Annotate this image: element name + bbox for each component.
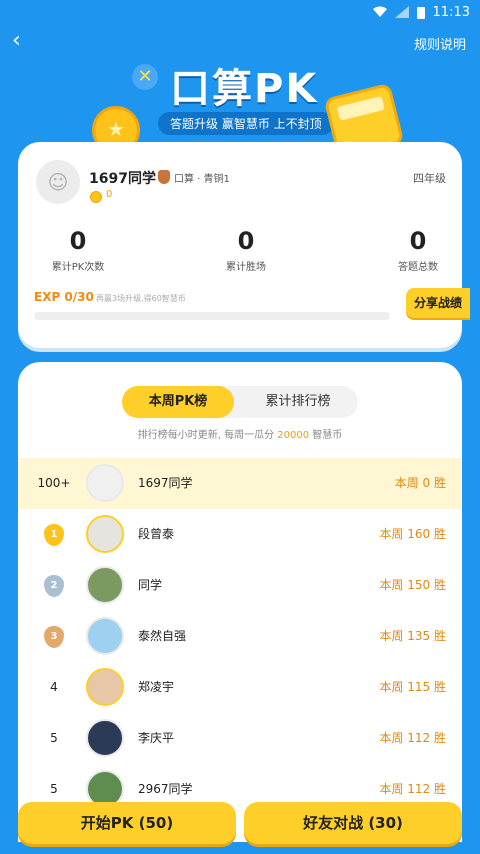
- exp-hint: 再赢3场升级,得60智慧币: [96, 294, 186, 303]
- list-item[interactable]: 1 段曾泰 本周 160 胜: [18, 509, 462, 560]
- stat-value: 0: [237, 227, 255, 255]
- status-time: 11:13: [432, 4, 470, 20]
- player-wins: 本周 135 胜: [379, 629, 446, 643]
- list-item[interactable]: 5 李庆平 本周 112 胜: [18, 713, 462, 764]
- rank-number: 5: [50, 731, 58, 745]
- stat-answers: 0 答题总数: [358, 226, 478, 273]
- avatar: [86, 515, 124, 553]
- tab-weekly[interactable]: 本周PK榜: [122, 386, 234, 418]
- exp-progress-bar: [34, 312, 390, 320]
- leaderboard-list: 100+ 1697同学 本周 0 胜 1 段曾泰 本周 160 胜 2 同学 本…: [18, 458, 462, 815]
- leaderboard-card: 本周PK榜 累计排行榜 排行榜每小时更新, 每周一瓜分 20000 智慧币 10…: [18, 362, 462, 842]
- wifi-icon: [372, 6, 387, 18]
- player-wins: 本周 160 胜: [379, 527, 446, 541]
- player-name: 同学: [138, 578, 163, 592]
- note-prefix: 排行榜每小时更新, 每周一瓜分: [137, 430, 275, 441]
- rank-label: 口算 · 青铜1: [174, 174, 230, 185]
- coin-icon: [90, 191, 102, 203]
- page-title: 口算PK: [170, 66, 319, 112]
- leaderboard-tabs: 本周PK榜 累计排行榜: [122, 386, 358, 418]
- stat-label: 累计胜场: [226, 262, 266, 273]
- player-wins: 本周 112 胜: [379, 731, 446, 745]
- gold-medal-icon: 1: [44, 524, 64, 546]
- profile-card: ☺ 1697同学 口算 · 青铜1 四年级 0 0 累计PK次数 0 累计胜场 …: [18, 142, 470, 348]
- stat-value: 0: [69, 227, 87, 255]
- note-suffix: 智慧币: [312, 430, 343, 441]
- note-amount: 20000: [277, 430, 310, 441]
- player-wins: 本周 150 胜: [379, 578, 446, 592]
- signal-icon: [394, 6, 409, 18]
- top-bar: ‹ 规则说明: [0, 28, 480, 58]
- player-name: 李庆平: [138, 731, 175, 745]
- leaderboard-note: 排行榜每小时更新, 每周一瓜分 20000 智慧币: [18, 426, 462, 441]
- list-item[interactable]: 4 郑凌宇 本周 115 胜: [18, 662, 462, 713]
- player-name: 郑凌宇: [138, 680, 175, 694]
- bottom-actions: 开始PK (50) 好友对战 (30): [0, 798, 480, 850]
- avatar: [86, 464, 124, 502]
- sparkle-icon: ✕: [132, 64, 158, 90]
- avatar: [86, 566, 124, 604]
- avatar: [86, 668, 124, 706]
- stat-label: 答题总数: [398, 262, 438, 273]
- player-wins: 本周 115 胜: [379, 680, 446, 694]
- list-item[interactable]: 3 泰然自强 本周 135 胜: [18, 611, 462, 662]
- battery-icon: [416, 6, 425, 19]
- stat-wins: 0 累计胜场: [186, 226, 306, 273]
- silver-medal-icon: 2: [44, 575, 64, 597]
- friend-battle-button[interactable]: 好友对战 (30): [244, 802, 462, 844]
- stat-pk-count: 0 累计PK次数: [18, 226, 138, 273]
- profile-name: 1697同学: [89, 171, 156, 187]
- tab-total[interactable]: 累计排行榜: [238, 386, 358, 418]
- grade-label: 四年级: [413, 172, 446, 185]
- stat-value: 0: [409, 227, 427, 255]
- start-pk-button[interactable]: 开始PK (50): [18, 802, 236, 844]
- avatar: [86, 617, 124, 655]
- bronze-medal-icon: 3: [44, 626, 64, 648]
- rank-badge-icon: [158, 170, 170, 184]
- page-subtitle: 答题升级 赢智慧币 上不封顶: [158, 112, 334, 135]
- rank-number: 100+: [37, 476, 71, 490]
- player-name: 段曾泰: [138, 527, 175, 541]
- player-name: 1697同学: [138, 476, 193, 490]
- hero-banner: ✕ 口算PK 答题升级 赢智慧币 上不封顶: [0, 56, 480, 160]
- coin-count: 0: [106, 189, 113, 200]
- exp-label: EXP 0/30: [34, 290, 94, 304]
- status-bar: 11:13: [0, 0, 480, 24]
- list-item[interactable]: 2 同学 本周 150 胜: [18, 560, 462, 611]
- list-item-me[interactable]: 100+ 1697同学 本周 0 胜: [18, 458, 462, 509]
- stat-label: 累计PK次数: [51, 262, 105, 273]
- player-wins: 本周 0 胜: [394, 476, 446, 490]
- avatar: ☺: [36, 160, 80, 204]
- rules-link[interactable]: 规则说明: [414, 34, 466, 53]
- rank-number: 4: [50, 680, 58, 694]
- avatar: [86, 719, 124, 757]
- player-name: 泰然自强: [138, 629, 187, 643]
- share-button[interactable]: 分享战绩: [406, 288, 470, 318]
- back-icon[interactable]: ‹: [12, 30, 21, 52]
